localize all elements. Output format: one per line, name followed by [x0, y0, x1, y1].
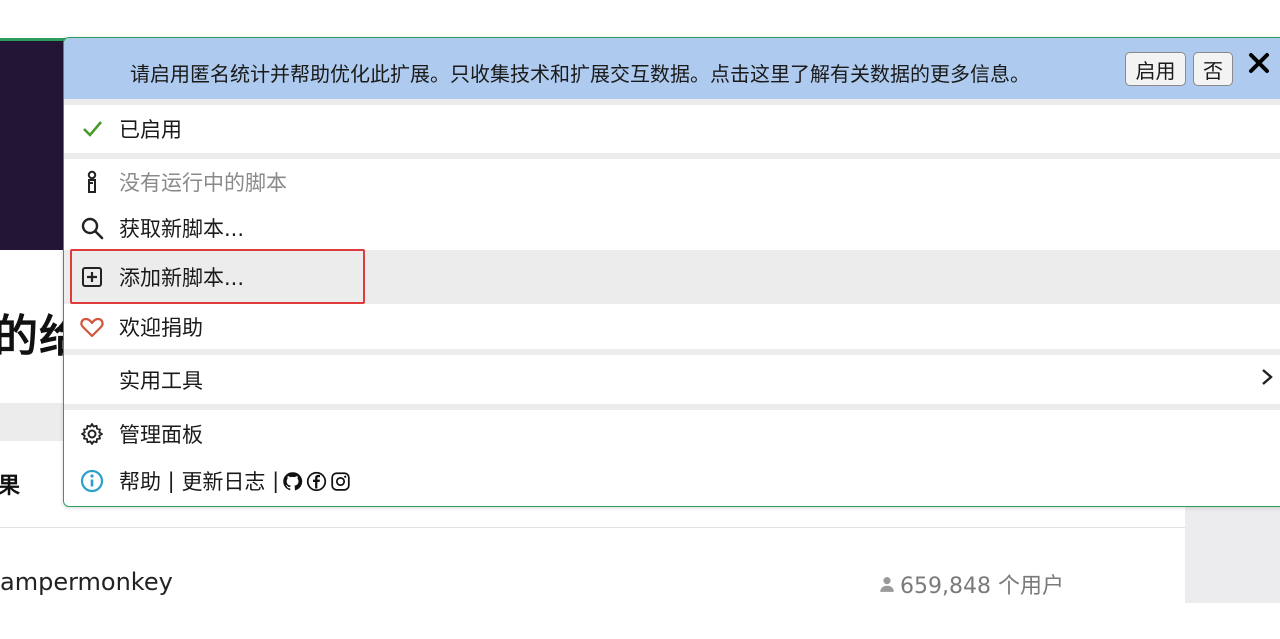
script-name-link[interactable]: ampermonkey — [0, 568, 173, 596]
menu-item-label: 管理面板 — [119, 423, 203, 447]
decline-button[interactable]: 否 — [1193, 52, 1233, 86]
info-pin-icon — [80, 170, 104, 194]
heart-icon — [80, 315, 104, 339]
menu-item-label: 欢迎捐助 — [119, 315, 203, 340]
menu-item-label: 实用工具 — [119, 368, 203, 393]
menu-item-enabled[interactable]: 已启用 — [64, 105, 1280, 153]
banner-message[interactable]: 请启用匿名统计并帮助优化此扩展。只收集技术和扩展交互数据。点击这里了解有关数据的… — [130, 58, 1030, 87]
results-heading: 果 — [0, 474, 21, 499]
menu-item-get-new-script[interactable]: 获取新脚本... — [64, 205, 1280, 250]
link-divider: | — [161, 469, 182, 493]
link-divider: | — [265, 469, 280, 493]
page-topbar — [0, 0, 1280, 38]
help-links: 帮助 | 更新日志 | — [119, 466, 351, 496]
info-circle-icon — [80, 469, 104, 493]
menu-item-help-links: 帮助 | 更新日志 | — [64, 458, 1280, 504]
menu-item-label: 已启用 — [119, 118, 182, 142]
search-icon — [80, 216, 104, 240]
user-icon — [880, 577, 894, 592]
chevron-right-icon — [1260, 367, 1274, 393]
enable-button[interactable]: 启用 — [1125, 52, 1186, 86]
side-panel — [1185, 505, 1280, 603]
highlight-annotation — [70, 249, 365, 304]
menu-item-label: 获取新脚本... — [119, 216, 245, 241]
menu-item-dashboard[interactable]: 管理面板 — [64, 410, 1280, 458]
menu-item-utilities[interactable]: 实用工具 — [64, 355, 1280, 404]
facebook-icon[interactable] — [306, 471, 327, 492]
check-icon — [80, 117, 104, 141]
menu-item-donate[interactable]: 欢迎捐助 — [64, 304, 1280, 349]
help-link[interactable]: 帮助 — [119, 466, 161, 496]
changelog-link[interactable]: 更新日志 — [181, 466, 265, 496]
menu-item-no-scripts: 没有运行中的脚本 — [64, 159, 1280, 205]
close-icon[interactable] — [1244, 48, 1274, 78]
user-count: 659,848 个用户 — [878, 568, 1064, 600]
statistics-banner: 请启用匿名统计并帮助优化此扩展。只收集技术和扩展交互数据。点击这里了解有关数据的… — [64, 38, 1280, 99]
github-icon[interactable] — [282, 471, 303, 492]
user-count-text: 659,848 个用户 — [900, 574, 1064, 599]
divider — [0, 527, 1185, 528]
gear-icon — [80, 422, 104, 446]
menu-item-label: 没有运行中的脚本 — [119, 171, 287, 195]
instagram-icon[interactable] — [330, 471, 351, 492]
